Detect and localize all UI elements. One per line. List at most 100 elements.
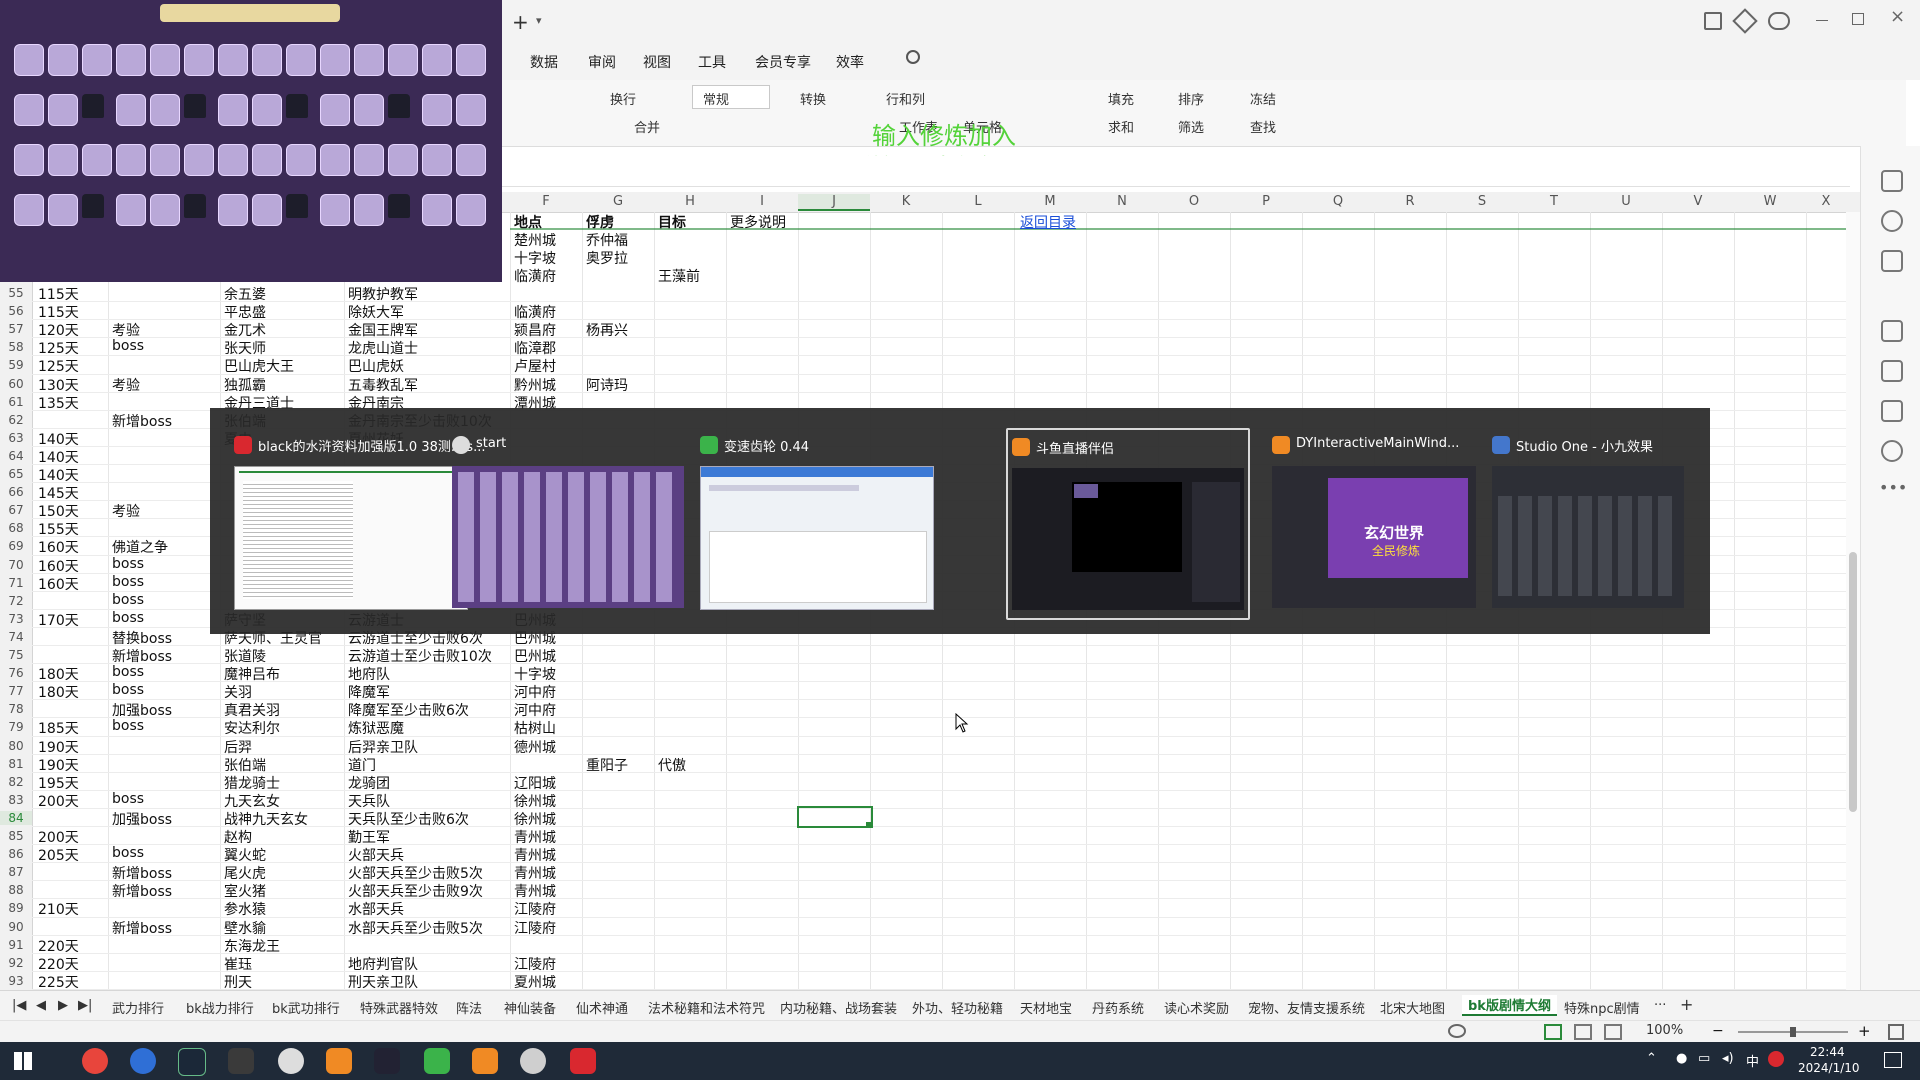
cell-type[interactable]: boss: [112, 791, 144, 807]
page-view-icon[interactable]: [1574, 1024, 1592, 1040]
sheet-tab[interactable]: 丹药系统: [1092, 998, 1144, 1017]
cell-army[interactable]: 刑天亲卫队: [348, 972, 418, 992]
cell-location[interactable]: 江陵府: [514, 899, 556, 919]
cell-day[interactable]: 180天: [38, 682, 79, 702]
cell-army[interactable]: 勤王军: [348, 827, 390, 847]
cell-type[interactable]: boss: [112, 592, 144, 608]
cell-day[interactable]: 190天: [38, 755, 79, 775]
qq-icon[interactable]: [278, 1048, 304, 1074]
add-sheet-icon[interactable]: +: [1680, 995, 1693, 1014]
col-header-v[interactable]: V: [1662, 194, 1734, 209]
image-icon[interactable]: [1881, 320, 1903, 342]
cell-enemy[interactable]: 平忠盛: [224, 302, 266, 322]
sheet-tab[interactable]: 内功秘籍、战场套装: [780, 998, 897, 1017]
row-header[interactable]: 81: [0, 757, 32, 771]
cell-army[interactable]: 道门: [348, 755, 376, 775]
header-captive[interactable]: 俘虏: [586, 212, 614, 232]
cell-type[interactable]: 替换boss: [112, 628, 172, 648]
g-app-icon[interactable]: [228, 1048, 254, 1074]
cell-day[interactable]: 145天: [38, 483, 79, 503]
cell-army[interactable]: 炼狱恶魔: [348, 718, 404, 738]
cell-enemy[interactable]: 东海龙王: [224, 936, 280, 956]
network-icon[interactable]: ▭: [1698, 1051, 1710, 1066]
vertical-scrollbar[interactable]: [1846, 212, 1860, 992]
cell-location[interactable]: 德州城: [514, 737, 556, 757]
cell-type[interactable]: boss: [112, 682, 144, 698]
row-header[interactable]: 68: [0, 521, 32, 535]
clock-time[interactable]: 22:44: [1810, 1045, 1845, 1059]
cell-day[interactable]: 160天: [38, 556, 79, 576]
back-to-index-link[interactable]: 返回目录: [1020, 212, 1076, 232]
col-header-n[interactable]: N: [1086, 194, 1158, 209]
cell-type[interactable]: boss: [112, 664, 144, 680]
studio-one-taskbar-icon[interactable]: [374, 1048, 400, 1074]
scroll-thumb[interactable]: [1849, 552, 1857, 812]
cell-location[interactable]: 辽阳城: [514, 773, 556, 793]
tools-icon[interactable]: [1881, 360, 1903, 382]
search-icon[interactable]: [906, 50, 920, 64]
row-header[interactable]: 69: [0, 539, 32, 553]
cell-enemy[interactable]: 张伯端: [224, 755, 266, 775]
cell-army[interactable]: 五毒教乱军: [348, 375, 418, 395]
header-more[interactable]: 更多说明: [730, 212, 786, 232]
cell-army[interactable]: 明教护教军: [348, 284, 418, 304]
col-header-g[interactable]: G: [582, 194, 654, 209]
cell-location[interactable]: 颍昌府: [514, 320, 556, 340]
cell-army[interactable]: 天兵队: [348, 791, 390, 811]
row-header[interactable]: 74: [0, 630, 32, 644]
row-header[interactable]: 71: [0, 576, 32, 590]
col-header-s[interactable]: S: [1446, 194, 1518, 209]
eye-icon[interactable]: [1448, 1024, 1466, 1038]
cell-type[interactable]: 新增boss: [112, 646, 172, 666]
cell-enemy[interactable]: 真君关羽: [224, 700, 280, 720]
merge-button[interactable]: 合并: [634, 117, 660, 136]
header-location[interactable]: 地点: [514, 212, 542, 232]
cell-army[interactable]: 天兵队至少击败6次: [348, 809, 469, 829]
cell-army[interactable]: 火部天兵: [348, 845, 404, 865]
cell-day[interactable]: 205天: [38, 845, 79, 865]
row-header[interactable]: 77: [0, 684, 32, 698]
cell-captive[interactable]: 杨再兴: [586, 320, 628, 340]
row-header[interactable]: 86: [0, 847, 32, 861]
row-header[interactable]: 57: [0, 322, 32, 336]
cell-type[interactable]: boss: [112, 718, 144, 734]
cell-day[interactable]: 125天: [38, 356, 79, 376]
convert-button[interactable]: 转换: [800, 89, 826, 108]
switcher-window-excel[interactable]: black的水浒资料加强版1.0 38测.xls...: [230, 428, 485, 616]
menu-review[interactable]: 审阅: [588, 52, 616, 72]
cell-enemy[interactable]: 战神九天玄女: [224, 809, 308, 829]
cell-location[interactable]: 临潢府: [514, 302, 556, 322]
cell-day[interactable]: 135天: [38, 393, 79, 413]
cell-army[interactable]: 后羿亲卫队: [348, 737, 418, 757]
row-header[interactable]: 90: [0, 920, 32, 934]
cell-army[interactable]: 金国王牌军: [348, 320, 418, 340]
cell-army[interactable]: 水部天兵: [348, 899, 404, 919]
sheet-tab[interactable]: 读心术奖励: [1164, 998, 1229, 1017]
col-header-t[interactable]: T: [1518, 194, 1590, 209]
top-row-3-location[interactable]: 临潢府: [514, 266, 556, 286]
row-col-button[interactable]: 行和列: [886, 89, 925, 108]
sheet-tab[interactable]: 神仙装备: [504, 998, 556, 1017]
cell-location[interactable]: 卢屋村: [514, 356, 556, 376]
col-header-u[interactable]: U: [1590, 194, 1662, 209]
row-header[interactable]: 73: [0, 612, 32, 626]
sort-button[interactable]: 排序: [1178, 89, 1204, 108]
cell-type[interactable]: 新增boss: [112, 881, 172, 901]
cell-location[interactable]: 江陵府: [514, 954, 556, 974]
chevron-down-icon[interactable]: ▾: [536, 14, 542, 27]
menu-view[interactable]: 视图: [643, 52, 671, 72]
notification-icon[interactable]: [1884, 1052, 1902, 1068]
col-header-x[interactable]: X: [1806, 194, 1846, 209]
sheet-tab[interactable]: bk战力排行: [186, 998, 254, 1017]
chrome-icon[interactable]: [82, 1048, 108, 1074]
cell-enemy[interactable]: 张天师: [224, 338, 266, 358]
find-button[interactable]: 查找: [1250, 117, 1276, 136]
top-row-1-location[interactable]: 楚州城: [514, 230, 556, 250]
row-header[interactable]: 66: [0, 485, 32, 499]
wps-tray-icon[interactable]: [1768, 1051, 1784, 1067]
cell-type[interactable]: boss: [112, 556, 144, 572]
tray-chevron-icon[interactable]: ⌃: [1646, 1051, 1657, 1066]
cell-location[interactable]: 枯树山: [514, 718, 556, 738]
row-header[interactable]: 82: [0, 775, 32, 789]
row-header[interactable]: 62: [0, 413, 32, 427]
